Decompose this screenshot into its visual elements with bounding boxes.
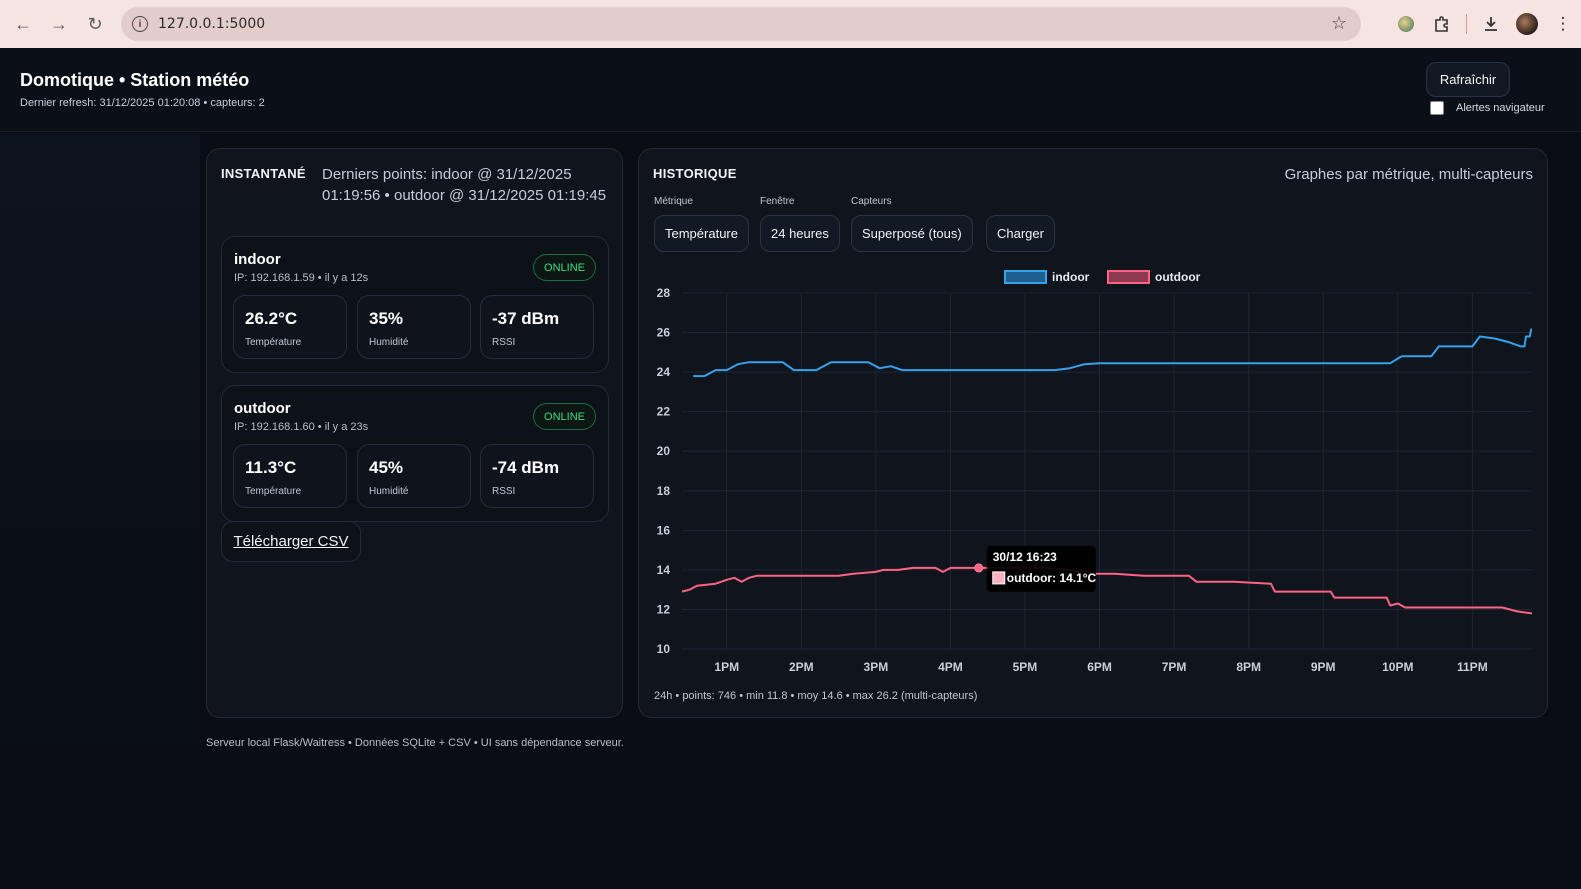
y-tick-label: 20 [657,444,671,458]
sensor-name: indoor [234,251,281,268]
x-tick-label: 4PM [938,660,963,674]
metric-temperature: 26.2°C Température [233,295,347,359]
y-tick-label: 24 [657,365,671,379]
metric-temperature: 11.3°C Température [233,444,347,508]
x-tick-label: 1PM [714,660,739,674]
legend-label-outdoor: outdoor [1155,270,1201,284]
tooltip-text: outdoor: 14.1°C [1007,571,1097,585]
tooltip-swatch [992,571,1006,585]
browser-alerts-checkbox[interactable] [1430,101,1444,115]
browser-alerts-toggle[interactable]: Alertes navigateur [1430,101,1545,115]
forward-arrow-icon[interactable]: → [42,7,76,41]
x-tick-label: 5PM [1013,660,1038,674]
extension-icon[interactable] [1388,6,1424,42]
status-badge: ONLINE [533,403,596,430]
temperature-chart[interactable]: 10 12 14 16 18 20 22 24 26 28 1PM 2PM 3PM 4PM 5PM 6PM 7P… [639,149,1547,717]
site-info-icon[interactable]: i [132,16,148,32]
x-tick-label: 10PM [1382,660,1413,674]
metric-humidity: 45% Humidité [357,444,471,508]
toolbar-divider [1466,14,1467,34]
snapshot-card: INSTANTANÉ Derniers points: indoor @ 31/… [206,148,623,718]
x-tick-label: 9PM [1311,660,1336,674]
x-tick-label: 11PM [1457,660,1488,674]
metric-label: RSSI [492,486,516,497]
back-arrow-icon[interactable]: ← [6,7,40,41]
page-footer: Serveur local Flask/Waitress • Données S… [206,737,624,749]
bookmark-star-icon[interactable]: ☆ [1331,13,1347,34]
y-tick-label: 14 [657,563,671,577]
series-line-indoor [693,328,1533,378]
metric-value: 26.2°C [245,309,298,328]
y-tick-label: 26 [657,326,671,340]
refresh-button[interactable]: Rafraîchir [1426,62,1510,97]
tooltip-point [974,563,984,573]
download-csv-link[interactable]: Télécharger CSV [221,521,361,562]
metric-humidity: 35% Humidité [357,295,471,359]
address-url[interactable]: 127.0.0.1:5000 [158,16,265,32]
x-tick-label: 8PM [1236,660,1261,674]
series-line-outdoor [681,566,1533,615]
page-title: Domotique • Station météo [20,70,250,90]
x-tick-label: 2PM [789,660,814,674]
metric-label: Humidité [369,337,409,348]
sensor-card-outdoor: outdoor IP: 192.168.1.60 • il y a 23s ON… [221,385,609,522]
metric-value: 11.3°C [245,458,297,477]
legend-swatch-outdoor [1107,270,1150,284]
legend-swatch-indoor [1004,270,1047,284]
kebab-menu-icon[interactable]: ⋮ [1545,6,1581,42]
y-tick-label: 10 [657,642,671,656]
metric-label: Température [245,337,302,348]
metric-value: -74 dBm [492,458,560,477]
left-background [0,133,200,889]
browser-toolbar: ← → ↻ i 127.0.0.1:5000 ☆ ⋮ [0,0,1581,48]
metric-rssi: -74 dBm RSSI [480,444,594,508]
metric-value: -37 dBm [492,309,560,328]
x-tick-label: 6PM [1087,660,1112,674]
y-tick-label: 28 [657,286,671,300]
y-tick-label: 12 [657,602,671,616]
chart-summary: 24h • points: 746 • min 11.8 • moy 14.6 … [654,690,978,702]
y-tick-label: 18 [657,484,671,498]
refresh-status: Dernier refresh: 31/12/2025 01:20:08 • c… [20,97,265,109]
metric-label: RSSI [492,337,516,348]
profile-avatar[interactable] [1509,6,1545,42]
reload-icon[interactable]: ↻ [78,7,112,41]
y-tick-label: 22 [657,405,671,419]
sensor-meta: IP: 192.168.1.59 • il y a 12s [234,272,369,284]
snapshot-title: INSTANTANÉ [221,166,306,181]
sensor-card-indoor: indoor IP: 192.168.1.59 • il y a 12s ONL… [221,236,609,373]
y-tick-label: 16 [657,523,671,537]
download-icon[interactable] [1473,6,1509,42]
x-tick-label: 7PM [1162,660,1187,674]
status-badge: ONLINE [533,254,596,281]
metric-label: Température [245,486,302,497]
sensor-meta: IP: 192.168.1.60 • il y a 23s [234,421,369,433]
metric-label: Humidité [369,486,409,497]
tooltip-title: 30/12 16:23 [993,550,1057,564]
puzzle-extensions-icon[interactable] [1424,6,1460,42]
address-bar[interactable]: i 127.0.0.1:5000 ☆ [121,7,1361,41]
last-points-text: Derniers points: indoor @ 31/12/2025 01:… [322,166,607,204]
metric-rssi: -37 dBm RSSI [480,295,594,359]
app-header: Domotique • Station météo Dernier refres… [0,48,1581,132]
legend-label-indoor: indoor [1052,270,1090,284]
browser-alerts-label: Alertes navigateur [1456,102,1545,114]
metric-value: 35% [369,309,404,328]
metric-value: 45% [369,458,404,477]
history-card: HISTORIQUE Graphes par métrique, multi-c… [638,148,1548,718]
sensor-name: outdoor [234,400,291,417]
x-tick-label: 3PM [864,660,889,674]
